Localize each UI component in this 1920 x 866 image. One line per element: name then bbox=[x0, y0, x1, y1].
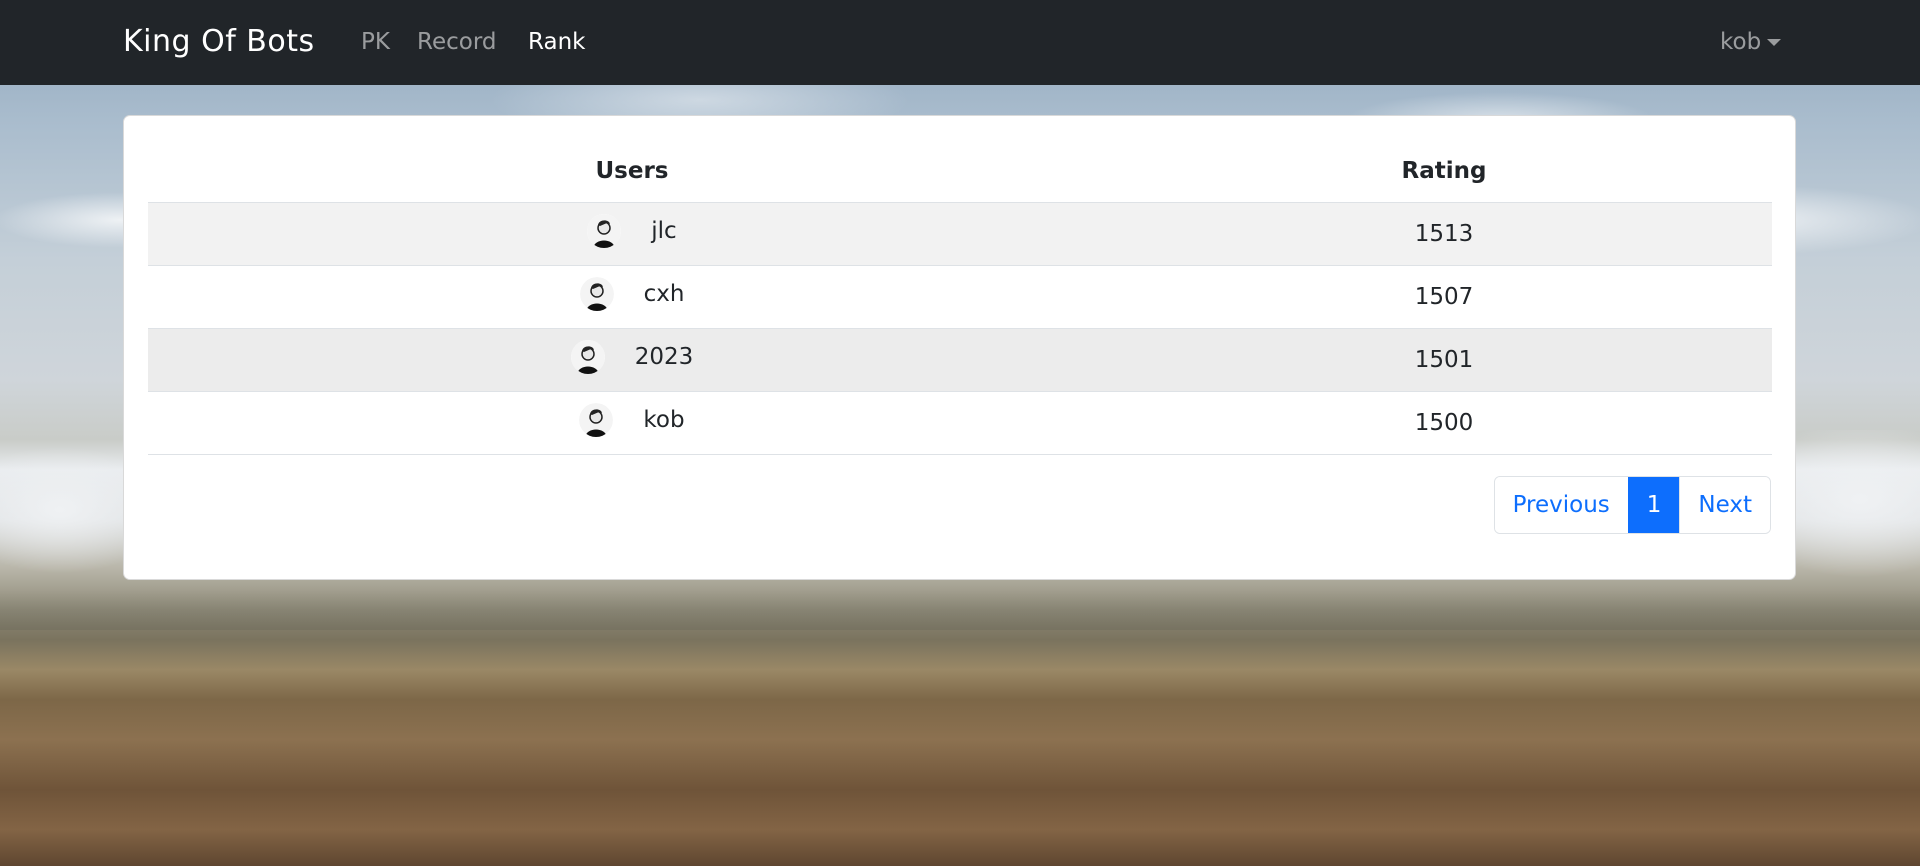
username: kob bbox=[643, 407, 685, 433]
chevron-down-icon bbox=[1767, 38, 1782, 46]
brand-logo-link[interactable]: King Of Bots bbox=[123, 22, 315, 62]
rating-value: 1507 bbox=[1116, 265, 1772, 329]
avatar bbox=[587, 214, 622, 248]
avatar bbox=[579, 277, 614, 311]
user-avatar-icon bbox=[570, 340, 605, 374]
user-cell: cxh bbox=[148, 265, 1116, 329]
username: cxh bbox=[643, 281, 685, 307]
table-row: cxh 1507 bbox=[148, 265, 1772, 329]
nav-link-pk[interactable]: PK bbox=[361, 26, 390, 58]
table-row: kob 1500 bbox=[148, 391, 1772, 455]
ranklist-card: Users Rating jlc 1513 cxh 1507 2023 1501… bbox=[123, 115, 1796, 580]
avatar bbox=[570, 340, 605, 374]
user-avatar-icon bbox=[579, 277, 614, 311]
rating-value: 1500 bbox=[1116, 391, 1772, 455]
top-navbar: King Of Bots PK Record Rank kob bbox=[0, 0, 1920, 85]
nav-link-rank[interactable]: Rank bbox=[528, 26, 585, 58]
previous-page-button[interactable]: Previous bbox=[1494, 477, 1628, 533]
column-header-users: Users bbox=[148, 140, 1116, 203]
username: jlc bbox=[651, 218, 677, 244]
user-dropdown-toggle[interactable]: kob bbox=[1720, 26, 1782, 58]
table-row: 2023 1501 bbox=[148, 328, 1772, 392]
table-row: jlc 1513 bbox=[148, 202, 1772, 266]
pagination: Previous 1 Next bbox=[1493, 476, 1771, 534]
next-page-button[interactable]: Next bbox=[1679, 477, 1770, 533]
rating-value: 1513 bbox=[1116, 202, 1772, 266]
user-cell: 2023 bbox=[148, 328, 1116, 392]
table-header-row: Users Rating bbox=[148, 140, 1772, 203]
avatar bbox=[579, 403, 614, 437]
user-avatar-icon bbox=[579, 403, 614, 437]
user-menu-label: kob bbox=[1720, 29, 1762, 55]
column-header-rating: Rating bbox=[1116, 140, 1772, 203]
nav-link-record[interactable]: Record bbox=[417, 26, 496, 58]
user-avatar-icon bbox=[587, 214, 622, 248]
page-1-button[interactable]: 1 bbox=[1627, 477, 1680, 533]
user-cell: jlc bbox=[148, 202, 1116, 266]
username: 2023 bbox=[634, 344, 694, 370]
rating-value: 1501 bbox=[1116, 328, 1772, 392]
ranklist-table: Users Rating jlc 1513 cxh 1507 2023 1501… bbox=[148, 140, 1772, 455]
user-cell: kob bbox=[148, 391, 1116, 455]
